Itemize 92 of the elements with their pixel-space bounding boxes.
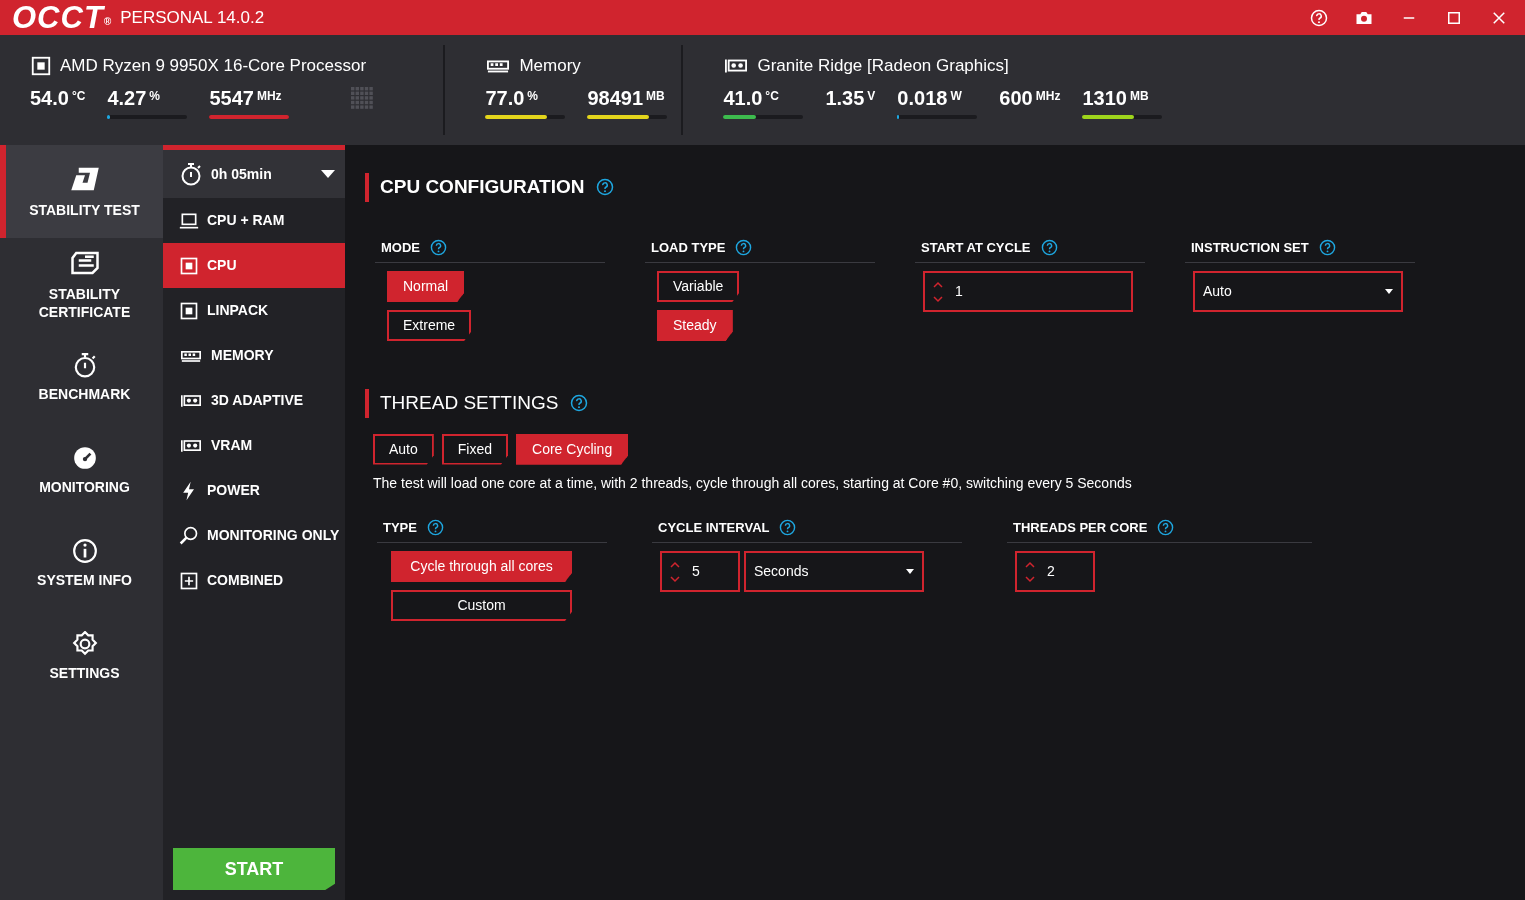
metric-value: 41.0 <box>723 85 763 111</box>
option-button[interactable]: Cycle through all cores <box>391 551 572 582</box>
thread-mode-tab[interactable]: Auto <box>373 433 434 465</box>
number-spinner[interactable]: 5 <box>660 551 740 592</box>
field-label: CYCLE INTERVAL <box>658 518 770 537</box>
plus-square-icon <box>179 570 199 591</box>
option-button[interactable]: Steady <box>657 310 733 341</box>
stepper-arrows-icon <box>1025 560 1035 583</box>
number-spinner[interactable]: 2 <box>1015 551 1095 592</box>
device-name: AMD Ryzen 9 9950X 16-Core Processor <box>60 55 367 77</box>
nav-item[interactable]: SETTINGS <box>0 610 163 703</box>
metric-unit: V <box>867 87 876 105</box>
section-title: THREAD SETTINGS <box>380 391 559 415</box>
field-label: TYPE <box>383 518 417 537</box>
test-menu-item[interactable]: POWER <box>163 468 345 513</box>
chip-icon <box>179 255 199 276</box>
test-menu-item[interactable]: LINPACK <box>163 288 345 333</box>
field-label: LOAD TYPE <box>651 238 726 257</box>
test-menu-item[interactable]: MONITORING ONLY <box>163 513 345 558</box>
test-menu-item[interactable]: CPU + RAM <box>163 198 345 243</box>
field-label: START AT CYCLE <box>921 238 1031 257</box>
settings-icon <box>71 630 98 657</box>
description-text: The test will load one core at a time, with 2 threads, cycle through all cores, starting at Core #0, switching every 5 Seconds <box>373 473 1133 493</box>
metric-value: 1310 <box>1082 85 1127 111</box>
stepper-arrows-icon <box>670 560 680 583</box>
nav-item[interactable]: SYSTEM INFO <box>0 517 163 610</box>
chip-icon <box>30 54 52 77</box>
search-icon <box>179 525 199 546</box>
stepper-arrows-icon <box>933 280 943 303</box>
nav-item[interactable]: STABILITY TEST <box>0 145 163 238</box>
caret-icon <box>321 170 335 178</box>
field-label: INSTRUCTION SET <box>1191 238 1309 257</box>
caret-icon <box>1385 289 1393 294</box>
nav-item[interactable]: BENCHMARK <box>0 331 163 424</box>
help-icon <box>1040 238 1058 256</box>
thread-mode-tab[interactable]: Fixed <box>441 433 509 465</box>
metric-value: 1.35 <box>825 85 865 111</box>
help-icon <box>426 518 444 536</box>
nav-item[interactable]: STABILITY CERTIFICATE <box>0 238 163 331</box>
help-icon <box>596 178 615 197</box>
field-label: THREADS PER CORE <box>1013 518 1148 537</box>
metric-value: 0.018 <box>897 85 948 111</box>
metric-value: 98491 <box>587 85 644 111</box>
help-icon <box>570 394 589 413</box>
test-menu-item[interactable]: MEMORY <box>163 333 345 378</box>
option-button[interactable]: Variable <box>657 271 740 302</box>
help-icon <box>779 518 797 536</box>
metric-value: 4.27 <box>107 85 147 111</box>
device-name: Memory <box>519 55 581 77</box>
interval-unit-dropdown[interactable]: Seconds <box>744 551 924 592</box>
test-menu-item[interactable]: CPU <box>163 243 345 288</box>
help-icon <box>430 238 447 256</box>
metric-unit: MB <box>646 87 665 105</box>
thread-mode-tab[interactable]: Core Cycling <box>516 433 629 465</box>
test-menu-item[interactable]: COMBINED <box>163 558 345 603</box>
registered-mark: ® <box>103 17 113 27</box>
metric-unit: °C <box>765 87 779 105</box>
metric-unit: MHz <box>1035 87 1061 105</box>
metric-value: 5547 <box>209 85 254 111</box>
chip-icon <box>179 300 199 321</box>
metric-unit: MHz <box>256 87 282 105</box>
core-grid-icon <box>351 86 374 109</box>
help-icon <box>1318 238 1336 256</box>
device-name: Granite Ridge [Radeon Graphics] <box>757 55 1009 77</box>
stopwatch-icon <box>179 162 203 186</box>
metric-value: 600 <box>999 85 1033 111</box>
duration-dropdown[interactable]: 0h 05min <box>163 145 345 198</box>
nav-item[interactable]: MONITORING <box>0 424 163 517</box>
test-menu-item[interactable]: VRAM <box>163 423 345 468</box>
gauge-icon <box>71 444 98 471</box>
help-icon[interactable] <box>1309 8 1328 27</box>
metric-unit: °C <box>71 87 86 105</box>
number-spinner[interactable]: 1 <box>923 271 1133 312</box>
test-menu-item[interactable]: 3D ADAPTIVE <box>163 378 345 423</box>
caret-icon <box>906 569 914 574</box>
instruction-set-dropdown[interactable]: Auto <box>1193 271 1403 312</box>
option-button[interactable]: Normal <box>387 271 465 302</box>
option-button[interactable]: Custom <box>391 590 572 621</box>
metric-value: 77.0 <box>485 85 525 111</box>
metric-unit: MB <box>1129 87 1149 105</box>
section-title: CPU CONFIGURATION <box>380 175 585 199</box>
help-icon <box>735 238 753 256</box>
metric-unit: W <box>950 87 962 105</box>
field-label: MODE <box>381 238 420 257</box>
info-icon <box>71 537 98 564</box>
option-button[interactable]: Extreme <box>387 310 472 341</box>
help-icon <box>1157 518 1175 536</box>
metric-unit: % <box>149 87 160 105</box>
app-logo: OCCT <box>12 0 104 35</box>
metric-value: 54.0 <box>30 85 69 111</box>
metric-unit: % <box>527 87 538 105</box>
edition-label: PERSONAL 14.0.2 <box>120 6 265 29</box>
